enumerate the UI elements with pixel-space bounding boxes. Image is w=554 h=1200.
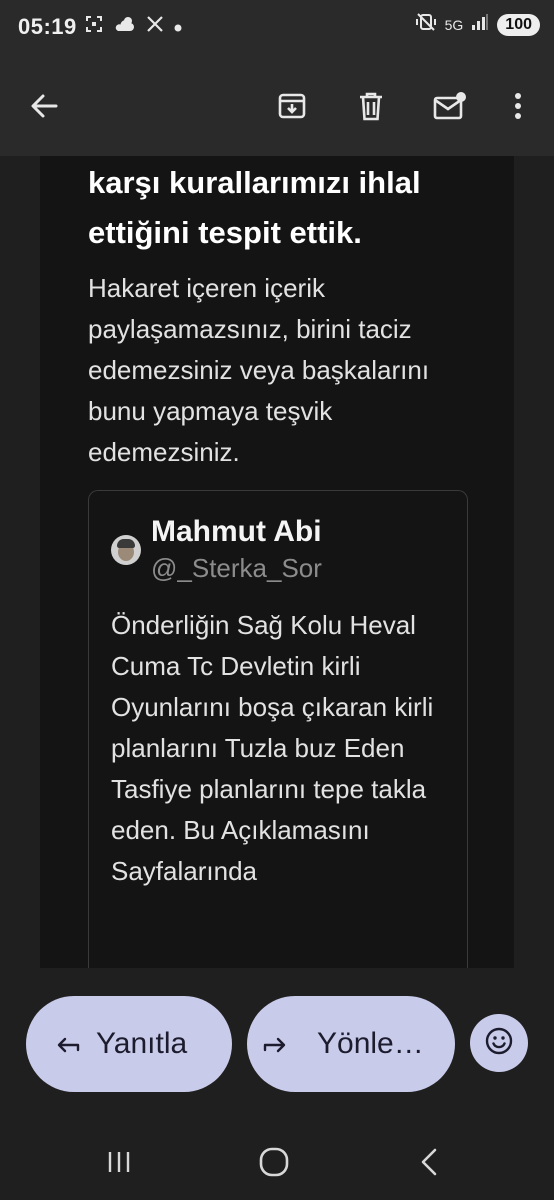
- status-right-icons: 5G 100: [415, 12, 540, 37]
- reply-arrow-icon: [56, 1029, 80, 1060]
- recents-icon[interactable]: [94, 1142, 144, 1182]
- home-icon[interactable]: [249, 1142, 299, 1182]
- reply-button[interactable]: Yanıtla: [26, 996, 232, 1092]
- emoji-react-button[interactable]: [470, 1014, 528, 1072]
- more-vert-icon[interactable]: [496, 84, 540, 128]
- dot-icon: [174, 16, 182, 37]
- battery-indicator: 100: [497, 13, 540, 36]
- status-bar: 05:19 5G 100: [0, 0, 554, 56]
- x-icon: [146, 15, 164, 38]
- forward-arrow-icon: [263, 1029, 287, 1060]
- embedded-tweet[interactable]: Mahmut Abi @_Sterka_Sor Önderliğin Sağ K…: [88, 490, 468, 969]
- tweet-author-handle: @_Sterka_Sor: [151, 553, 322, 583]
- email-paragraph: Hakaret içeren içerik paylaşamazsınız, b…: [88, 273, 430, 467]
- forward-label: Yönle…: [317, 1027, 424, 1060]
- system-nav-bar: [0, 1128, 554, 1200]
- action-bar: Yanıtla Yönle…: [0, 968, 554, 1128]
- mark-unread-icon[interactable]: [428, 84, 472, 128]
- back-arrow-icon[interactable]: [22, 84, 66, 128]
- wifi-5g-icon: 5G: [444, 16, 464, 33]
- mute-vibrate-icon: [415, 12, 437, 37]
- email-headline: karşı kurallarımızı ihlal ettiğini tespi…: [88, 165, 421, 250]
- tweet-body: Önderliğin Sağ Kolu Heval Cuma Tc Devlet…: [111, 610, 434, 886]
- signal-icon: [471, 13, 489, 36]
- tweet-author-name: Mahmut Abi: [151, 515, 322, 548]
- back-icon[interactable]: [404, 1142, 454, 1182]
- reply-label: Yanıtla: [96, 1027, 188, 1060]
- delete-icon[interactable]: [349, 84, 393, 128]
- avatar[interactable]: [111, 535, 141, 565]
- app-bar: [0, 56, 554, 156]
- screenshot-icon: [84, 14, 104, 39]
- status-time: 05:19: [18, 14, 77, 39]
- forward-button[interactable]: Yönle…: [247, 996, 455, 1092]
- status-left-icons: [84, 14, 182, 39]
- emoji-smile-icon: [484, 1026, 514, 1061]
- archive-icon[interactable]: [270, 84, 314, 128]
- weather-icon: [114, 15, 136, 38]
